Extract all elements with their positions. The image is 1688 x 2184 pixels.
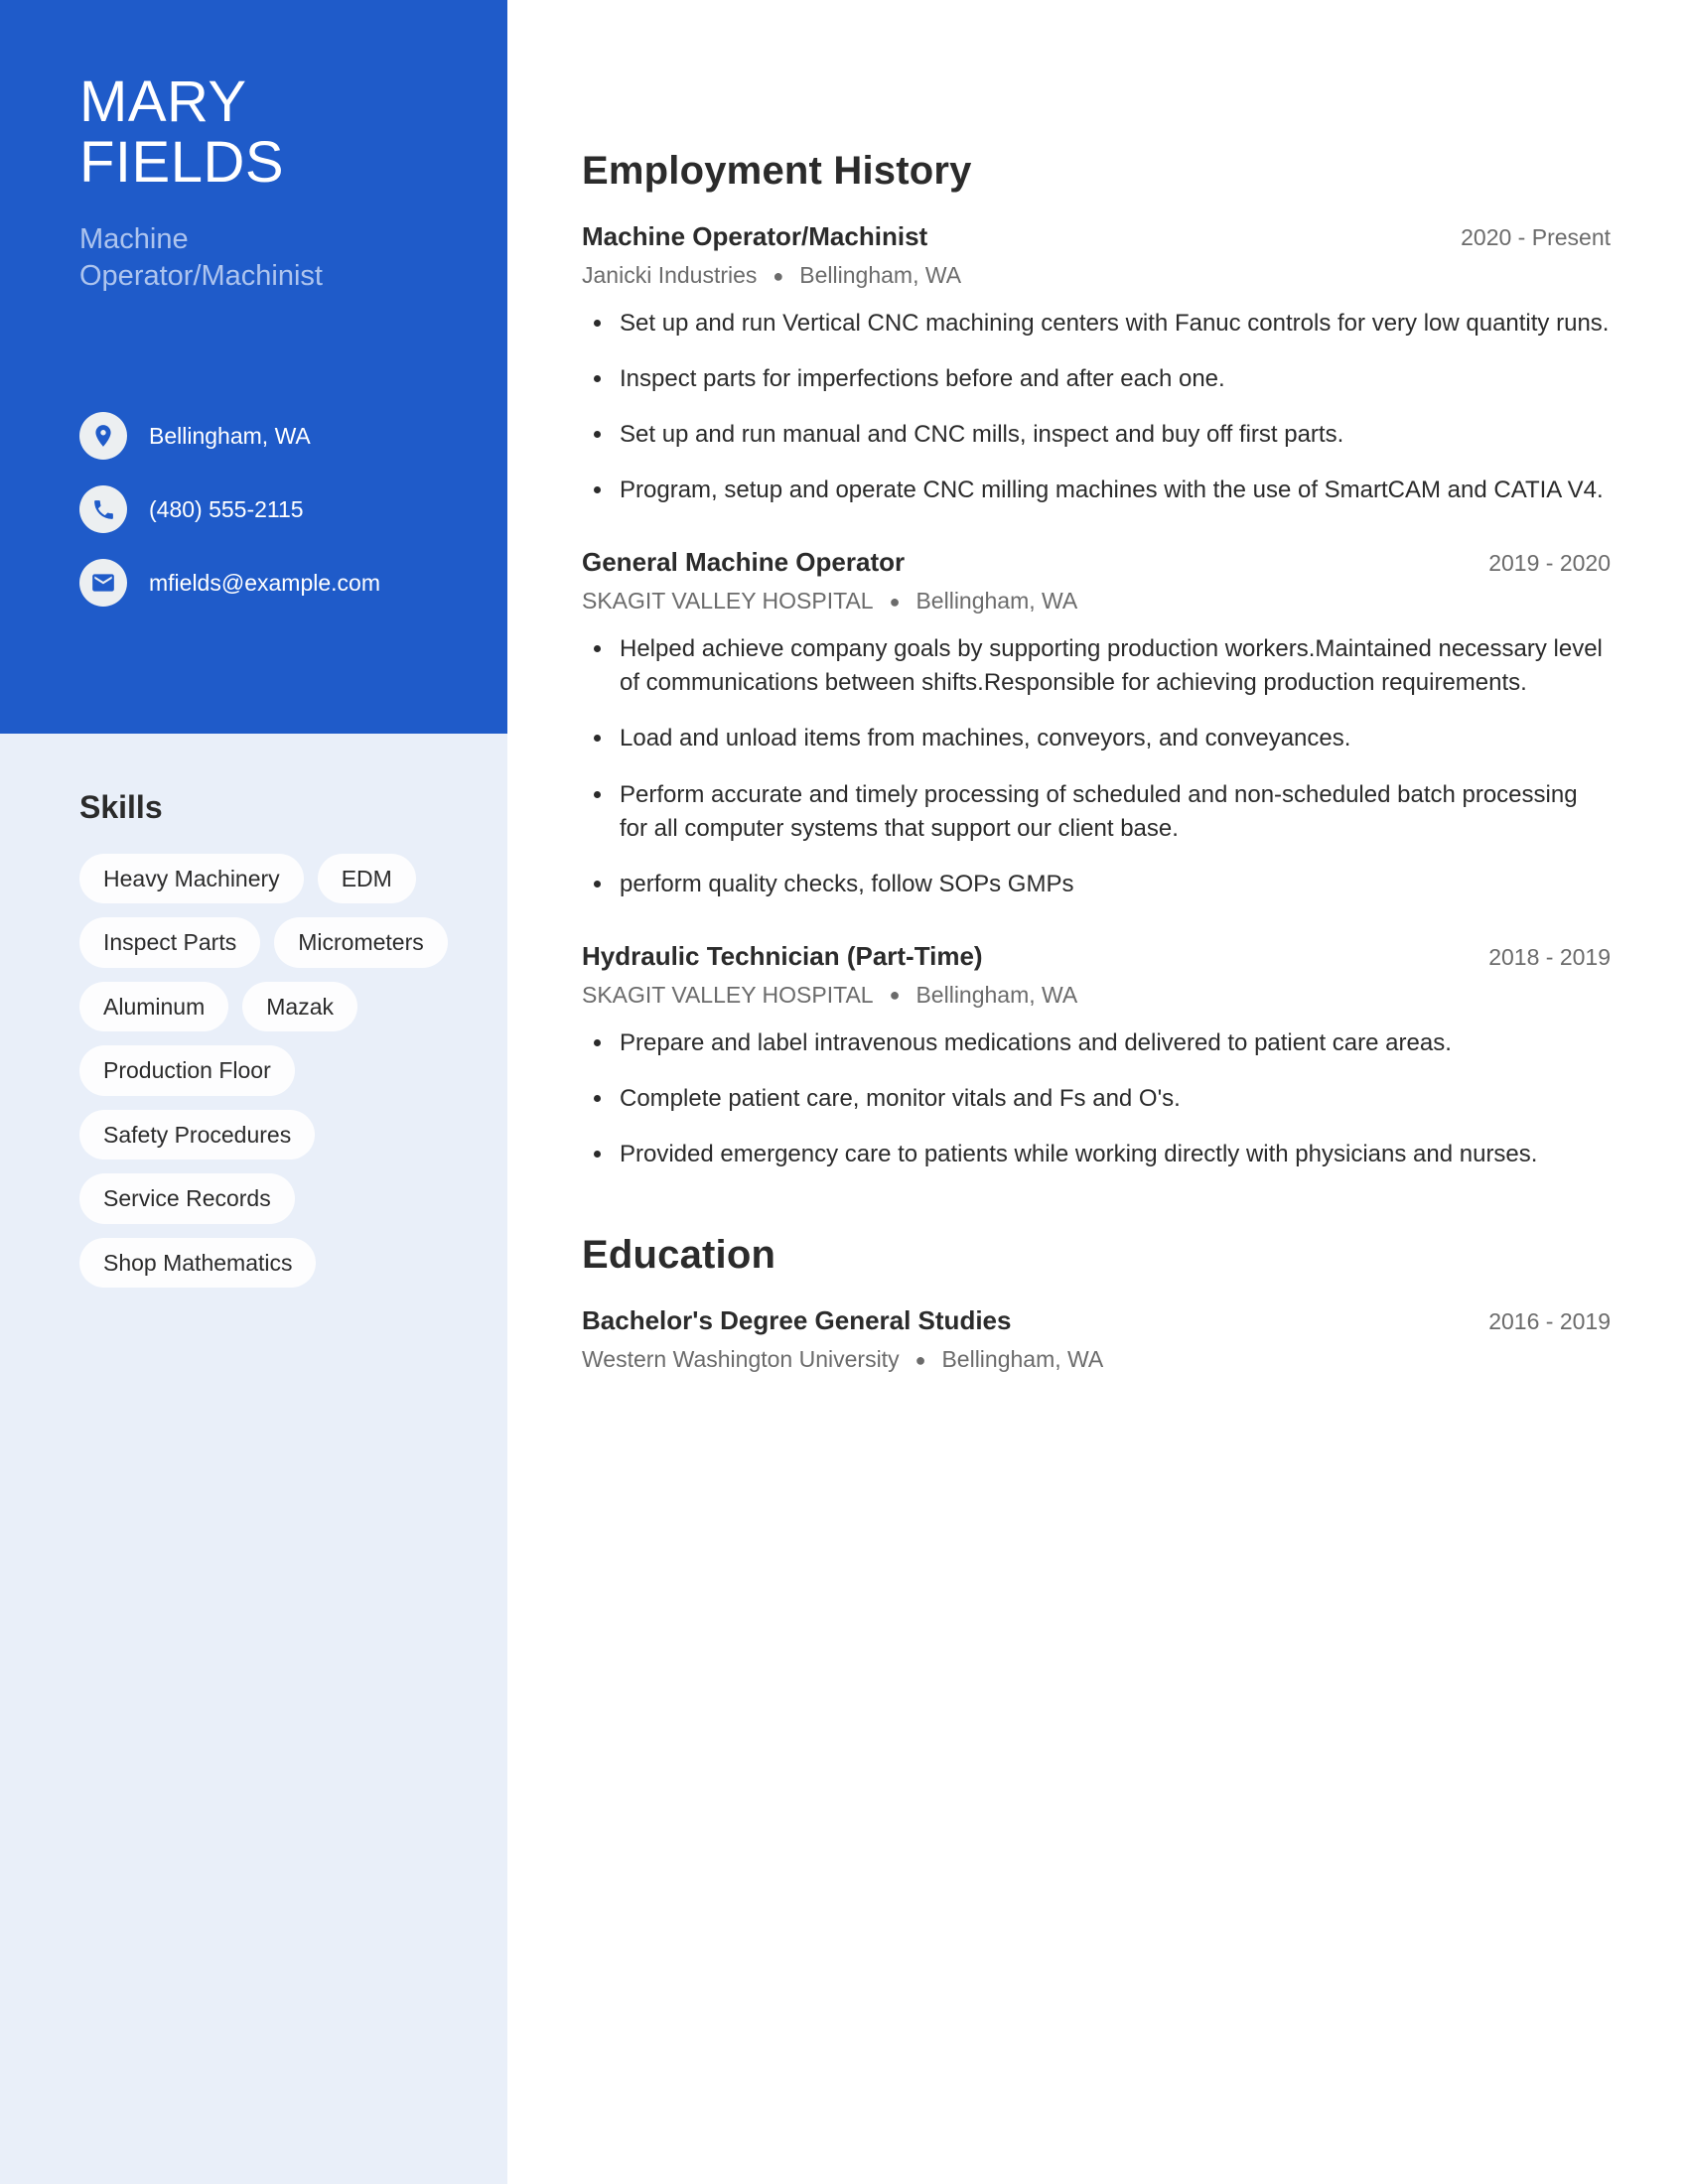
entry-header: Hydraulic Technician (Part-Time) 2018 - 2… [582, 941, 1611, 972]
entry-bullet: Provided emergency care to patients whil… [582, 1138, 1611, 1171]
entry-dates: 2019 - 2020 [1488, 550, 1611, 577]
entry-school: Western Washington University [582, 1346, 900, 1373]
education-heading: Education [582, 1233, 776, 1278]
entry-location: Bellingham, WA [915, 588, 1078, 614]
candidate-name: MARY FIELDS [79, 71, 507, 194]
skill-pill: Aluminum [79, 981, 229, 1032]
entry-meta: Western Washington University ● Bellingham… [582, 1346, 1611, 1373]
contact-row-location: Bellingham, WA [79, 409, 380, 463]
main-content: Employment History Machine Operator/Mach… [507, 0, 1688, 2184]
employment-entry-list: Machine Operator/Machinist 2020 - Present… [582, 221, 1611, 1171]
skills-pill-list: Heavy Machinery EDM Inspect Parts Micromete… [79, 854, 457, 1289]
phone-icon [79, 485, 127, 533]
entry-bullet: perform quality checks, follow SOPs GMPs [582, 868, 1611, 901]
skill-pill: Micrometers [274, 917, 448, 968]
meta-separator-icon: ● [914, 1349, 926, 1370]
entry-location: Bellingham, WA [915, 981, 1078, 1008]
education-entry: Bachelor's Degree General Studies 2016 - … [582, 1305, 1611, 1373]
entry-bullet: Program, setup and operate CNC milling m… [582, 474, 1611, 507]
meta-separator-icon: ● [889, 985, 901, 1006]
entry-bullet-list: Helped achieve company goals by supporti… [582, 632, 1611, 900]
contact-email-text: mfields@example.com [149, 569, 380, 596]
employment-entry: Machine Operator/Machinist 2020 - Present… [582, 221, 1611, 507]
candidate-job-title: Machine Operator/Machinist [79, 221, 417, 295]
skill-pill: Mazak [242, 981, 358, 1032]
meta-separator-icon: ● [773, 265, 784, 286]
email-envelope-icon [79, 559, 127, 607]
entry-meta: SKAGIT VALLEY HOSPITAL ● Bellingham, WA [582, 588, 1611, 614]
entry-header: Bachelor's Degree General Studies 2016 - … [582, 1305, 1611, 1336]
job-title-line-1: Machine [79, 222, 189, 255]
entry-dates: 2016 - 2019 [1488, 1308, 1611, 1335]
employment-history-heading: Employment History [582, 149, 972, 193]
skills-heading: Skills [79, 789, 163, 825]
entry-title: Hydraulic Technician (Part-Time) [582, 940, 983, 971]
job-title-line-2: Operator/Machinist [79, 260, 323, 293]
sidebar-header: MARY FIELDS Machine Operator/Machinist B… [0, 0, 507, 734]
skill-pill: Shop Mathematics [79, 1237, 317, 1289]
entry-bullet: Inspect parts for imperfections before a… [582, 362, 1611, 396]
contact-list: Bellingham, WA (480) 555-2115 mfields@ex… [79, 409, 380, 629]
skill-pill: Inspect Parts [79, 917, 261, 968]
entry-location: Bellingham, WA [799, 262, 962, 288]
entry-title: General Machine Operator [582, 547, 906, 578]
entry-company: SKAGIT VALLEY HOSPITAL [582, 981, 874, 1008]
contact-location-text: Bellingham, WA [149, 422, 311, 449]
employment-entry: Hydraulic Technician (Part-Time) 2018 - 2… [582, 941, 1611, 1171]
contact-row-email: mfields@example.com [79, 556, 380, 610]
employment-entry: General Machine Operator 2019 - 2020 SKAGI… [582, 547, 1611, 900]
skill-pill: Production Floor [79, 1045, 295, 1096]
meta-separator-icon: ● [889, 591, 901, 612]
entry-bullet: Complete patient care, monitor vitals an… [582, 1082, 1611, 1116]
first-name: MARY [79, 69, 247, 134]
skills-section: Skills Heavy Machinery EDM Inspect Parts Mi… [79, 789, 477, 1289]
entry-dates: 2020 - Present [1461, 224, 1611, 250]
education-entry-list: Bachelor's Degree General Studies 2016 - … [582, 1305, 1611, 1373]
skill-pill: Heavy Machinery [79, 854, 304, 904]
entry-header: Machine Operator/Machinist 2020 - Present [582, 221, 1611, 252]
sidebar: MARY FIELDS Machine Operator/Machinist B… [0, 0, 507, 2184]
entry-bullet: Set up and run Vertical CNC machining ce… [582, 307, 1611, 341]
entry-bullet: Prepare and label intravenous medication… [582, 1026, 1611, 1060]
entry-meta: SKAGIT VALLEY HOSPITAL ● Bellingham, WA [582, 982, 1611, 1009]
skill-pill: Service Records [79, 1173, 295, 1224]
resume-page: MARY FIELDS Machine Operator/Machinist B… [0, 0, 1688, 2184]
entry-bullet: Perform accurate and timely processing o… [582, 778, 1611, 846]
entry-company: SKAGIT VALLEY HOSPITAL [582, 588, 874, 614]
education-section: Education Bachelor's Degree General Stud… [582, 1233, 1611, 1373]
entry-bullet: Helped achieve company goals by supporti… [582, 632, 1611, 700]
entry-dates: 2018 - 2019 [1488, 943, 1611, 970]
skill-pill: Safety Procedures [79, 1109, 316, 1160]
entry-title: Bachelor's Degree General Studies [582, 1305, 1012, 1336]
entry-header: General Machine Operator 2019 - 2020 [582, 547, 1611, 578]
entry-bullet-list: Prepare and label intravenous medication… [582, 1026, 1611, 1171]
employment-history-section: Employment History Machine Operator/Mach… [582, 149, 1611, 1171]
entry-company: Janicki Industries [582, 262, 758, 288]
last-name: FIELDS [79, 130, 285, 196]
entry-location: Bellingham, WA [941, 1346, 1104, 1373]
entry-meta: Janicki Industries ● Bellingham, WA [582, 262, 1611, 289]
entry-bullet: Load and unload items from machines, con… [582, 722, 1611, 755]
location-pin-icon [79, 412, 127, 460]
contact-phone-text: (480) 555-2115 [149, 495, 304, 522]
entry-title: Machine Operator/Machinist [582, 221, 928, 251]
skill-pill: EDM [317, 854, 416, 904]
entry-bullet: Set up and run manual and CNC mills, ins… [582, 418, 1611, 452]
entry-bullet-list: Set up and run Vertical CNC machining ce… [582, 307, 1611, 507]
contact-row-phone: (480) 555-2115 [79, 482, 380, 536]
